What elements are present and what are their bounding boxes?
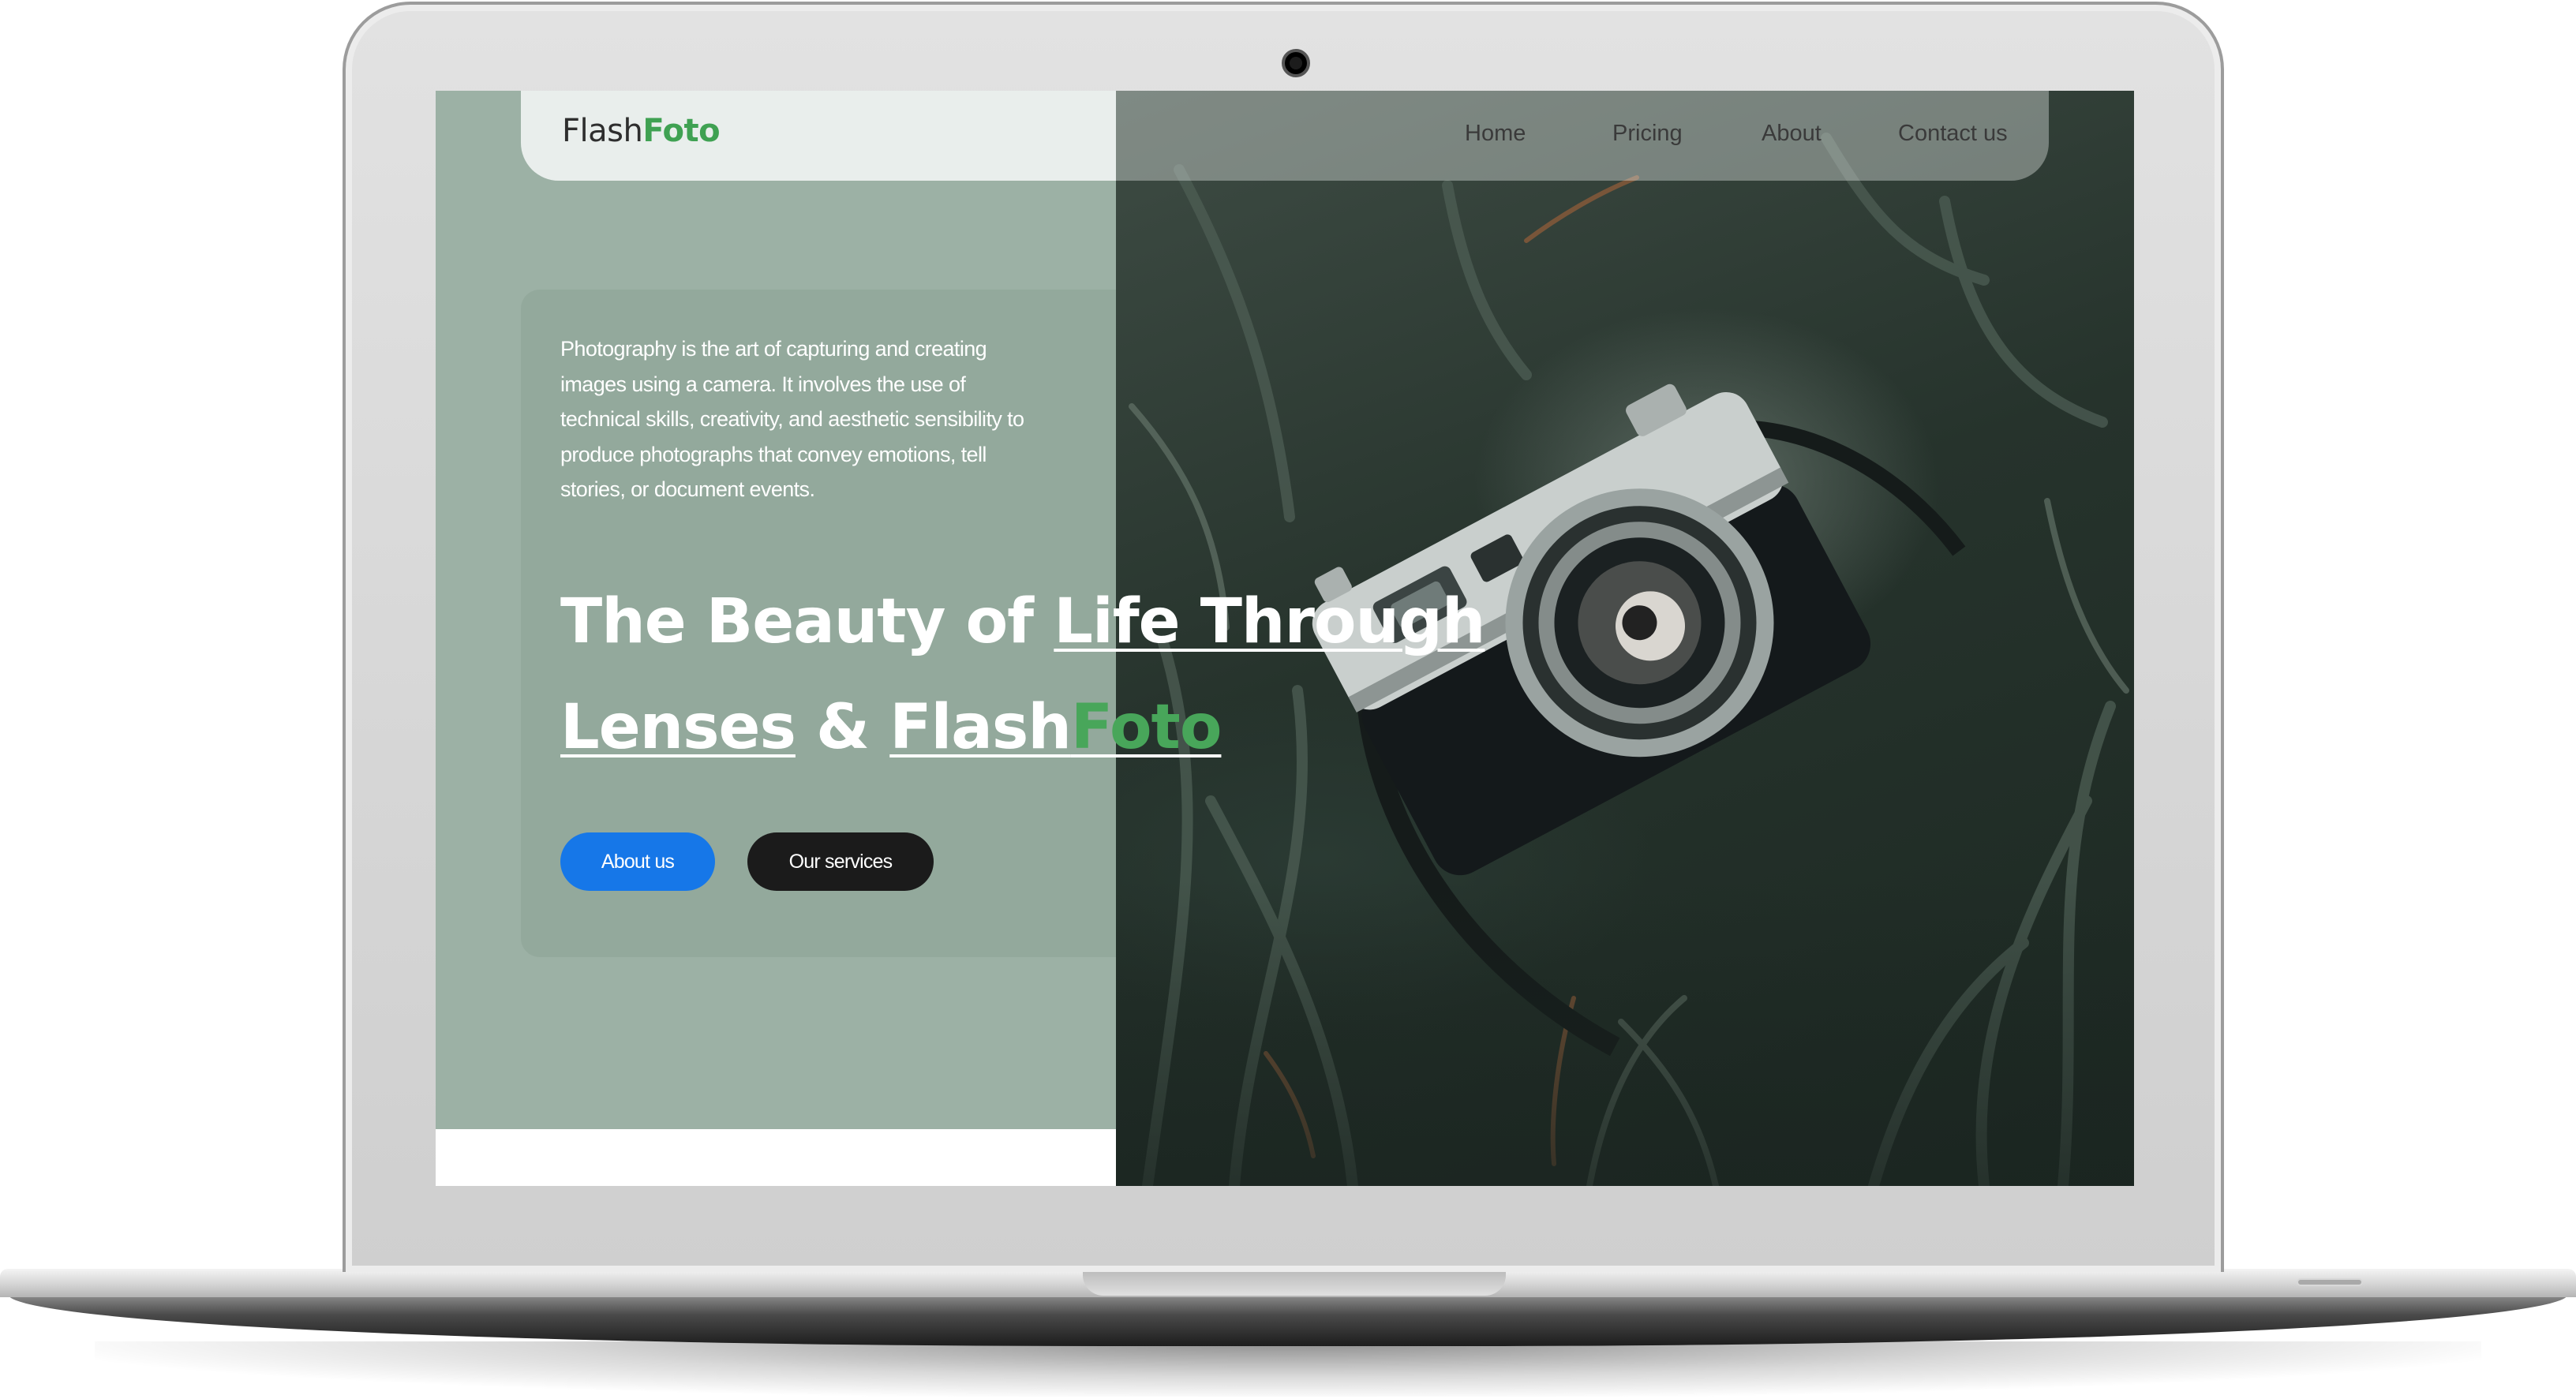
website-screen: FlashFoto Home Pricing About Contact us … <box>436 91 2134 1186</box>
hero-title-link-lenses[interactable]: Lenses <box>560 692 796 763</box>
nav-contact[interactable]: Contact us <box>1898 121 2008 147</box>
hero-title-brand1: Flash <box>889 692 1072 763</box>
hero-title-line1: The Beauty of Life Through <box>560 569 1507 675</box>
hero-description: Photography is the art of capturing and … <box>560 337 1024 501</box>
about-us-button[interactable]: About us <box>560 832 715 891</box>
nav-about[interactable]: About <box>1762 121 1822 147</box>
navbar: FlashFoto Home Pricing About Contact us <box>521 91 2049 181</box>
brand-logo[interactable]: FlashFoto <box>562 113 721 149</box>
laptop-hinge-notch <box>1083 1272 1506 1296</box>
hero-title: The Beauty of Life Through Lenses & Flas… <box>560 569 1507 780</box>
laptop-shadow <box>95 1341 2481 1397</box>
hero-title-link-life[interactable]: Life Through <box>1054 586 1485 657</box>
hero-title-brand2: Foto <box>1070 692 1222 763</box>
laptop-indicator <box>2297 1278 2363 1286</box>
nav-pricing[interactable]: Pricing <box>1612 121 1683 147</box>
webcam-icon <box>1282 49 1310 77</box>
hero-title-amp: & <box>795 692 890 763</box>
our-services-button[interactable]: Our services <box>747 832 934 891</box>
hero-title-link-brand[interactable]: FlashFoto <box>889 692 1222 763</box>
hero-title-line2: Lenses & FlashFoto <box>560 675 1507 780</box>
hero-title-plain: The Beauty of <box>560 586 1054 657</box>
brand-logo-part2: Foto <box>642 113 721 149</box>
laptop-base-underside <box>8 1294 2568 1346</box>
brand-logo-part1: Flash <box>562 113 643 149</box>
nav-home[interactable]: Home <box>1465 121 1526 147</box>
